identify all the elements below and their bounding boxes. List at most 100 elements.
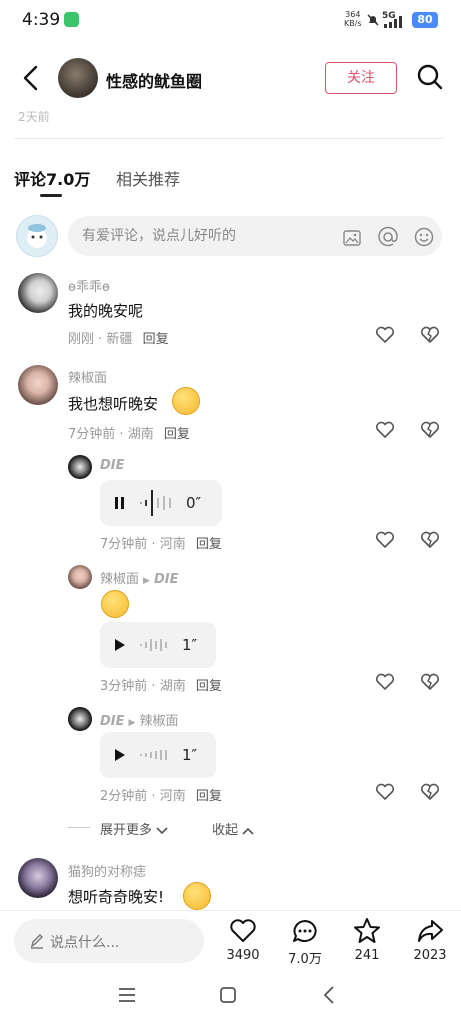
- reply-arrow-icon: ▶: [143, 576, 150, 586]
- heart-icon[interactable]: [375, 673, 395, 691]
- comment-username[interactable]: 辣椒面: [68, 367, 107, 386]
- tab-related[interactable]: 相关推荐: [116, 166, 180, 190]
- thinking-emoji-icon: [101, 590, 129, 618]
- app-notification-icon: [64, 12, 79, 27]
- broken-heart-icon[interactable]: [420, 326, 440, 344]
- reply-avatar[interactable]: [68, 565, 92, 589]
- avatar[interactable]: [18, 273, 58, 313]
- avatar[interactable]: [18, 858, 58, 898]
- voice-message[interactable]: 1″: [100, 732, 216, 778]
- reply-location: 河南: [159, 537, 186, 552]
- tab-comments[interactable]: 评论7.0万: [14, 166, 90, 190]
- waveform-icon: [140, 639, 167, 651]
- reply-button[interactable]: 回复: [143, 332, 169, 347]
- heart-icon[interactable]: [375, 326, 395, 344]
- reply-time: 3分钟前: [100, 679, 148, 694]
- voice-duration: 1″: [182, 746, 198, 764]
- avatar[interactable]: [18, 365, 58, 405]
- pause-icon[interactable]: [114, 496, 126, 510]
- like-heart-icon[interactable]: [229, 918, 257, 944]
- comment-location: 湖南: [127, 427, 154, 442]
- comment-meta: 刚刚 · 新疆 回复: [68, 332, 169, 347]
- expand-more-button[interactable]: 展开更多: [100, 819, 168, 838]
- comment-meta: 7分钟前 · 湖南 回复: [68, 427, 190, 442]
- play-icon[interactable]: [114, 638, 126, 652]
- tab-indicator: [40, 194, 62, 197]
- comment-icon[interactable]: [291, 918, 319, 944]
- comment-username[interactable]: ɵ乖乖ɵ: [68, 276, 110, 295]
- back-icon[interactable]: [18, 64, 44, 92]
- comment-username[interactable]: 猫狗的对称痣: [68, 861, 146, 880]
- post-timestamp: 2天前: [18, 110, 50, 122]
- voice-message[interactable]: 0″: [100, 480, 222, 526]
- say-something-placeholder: 说点什么...: [50, 935, 120, 951]
- reply-time: 7分钟前: [100, 537, 148, 552]
- broken-heart-icon[interactable]: [420, 673, 440, 691]
- reply-header: DIE ▶ 辣椒面: [100, 710, 178, 729]
- heart-icon[interactable]: [375, 783, 395, 801]
- reply-button[interactable]: 回复: [196, 789, 222, 804]
- image-icon[interactable]: [343, 229, 361, 247]
- reply-avatar[interactable]: [68, 455, 92, 479]
- comment-text: 我也想听晚安: [68, 395, 159, 413]
- home-icon[interactable]: [219, 986, 237, 1004]
- reply-to-username[interactable]: 辣椒面: [139, 714, 178, 729]
- collapse-button[interactable]: 收起: [212, 819, 254, 838]
- broken-heart-icon[interactable]: [420, 783, 440, 801]
- reply-button[interactable]: 回复: [164, 427, 190, 442]
- reply-location: 河南: [159, 789, 186, 804]
- author-name[interactable]: 性感的鱿鱼圈: [106, 68, 202, 92]
- thinking-emoji-icon: [172, 387, 200, 415]
- comment-text: 我的晚安呢: [68, 302, 144, 320]
- my-avatar: [16, 215, 58, 257]
- reply-meta: 2分钟前 · 河南 回复: [100, 789, 222, 804]
- status-time: 4:39: [22, 10, 61, 30]
- share-count: 2023: [413, 948, 447, 963]
- comment-text: 想听奇奇晚安!: [68, 888, 165, 906]
- star-icon[interactable]: [353, 917, 381, 945]
- comment-count: 7.0万: [288, 952, 322, 967]
- favorite-count: 241: [354, 948, 380, 963]
- author-avatar[interactable]: [58, 58, 98, 98]
- menu-icon[interactable]: [117, 987, 137, 1003]
- divider: [14, 138, 443, 139]
- reply-to-username[interactable]: DIE: [154, 572, 179, 587]
- reply-meta: 7分钟前 · 河南 回复: [100, 537, 222, 552]
- broken-heart-icon[interactable]: [420, 531, 440, 549]
- voice-duration: 1″: [182, 636, 198, 654]
- waveform-icon: [140, 490, 171, 516]
- reply-time: 2分钟前: [100, 789, 148, 804]
- comment-time: 7分钟前: [68, 427, 116, 442]
- reply-avatar[interactable]: [68, 707, 92, 731]
- like-count: 3490: [226, 948, 260, 963]
- comment-location: 新疆: [106, 332, 133, 347]
- speed-unit: KB/s: [344, 19, 362, 28]
- search-icon[interactable]: [416, 63, 444, 91]
- reply-arrow-icon: ▶: [128, 718, 136, 728]
- network-speed: 364 KB/s: [344, 10, 362, 28]
- broken-heart-icon[interactable]: [420, 421, 440, 439]
- expand-line: [68, 827, 90, 828]
- expand-label: 展开更多: [100, 823, 153, 838]
- heart-icon[interactable]: [375, 531, 395, 549]
- battery-indicator: 80: [412, 12, 438, 28]
- reply-button[interactable]: 回复: [196, 537, 222, 552]
- reply-username[interactable]: DIE: [100, 714, 125, 729]
- nav-back-icon[interactable]: [322, 985, 336, 1005]
- speed-value: 364: [345, 10, 361, 19]
- voice-duration: 0″: [186, 494, 202, 512]
- reply-username[interactable]: DIE: [100, 458, 125, 473]
- heart-icon[interactable]: [375, 421, 395, 439]
- follow-button[interactable]: 关注: [325, 62, 397, 94]
- reply-username[interactable]: 辣椒面: [100, 572, 139, 587]
- emoji-icon[interactable]: [414, 227, 434, 247]
- share-icon[interactable]: [416, 918, 444, 944]
- reply-button[interactable]: 回复: [196, 679, 222, 694]
- play-icon[interactable]: [114, 748, 126, 762]
- at-icon[interactable]: [377, 226, 399, 248]
- reply-location: 湖南: [159, 679, 186, 694]
- mute-bell-icon: [367, 14, 379, 26]
- comment-time: 刚刚: [68, 332, 95, 347]
- reply-header: 辣椒面 ▶ DIE: [100, 568, 178, 587]
- voice-message[interactable]: 1″: [100, 622, 216, 668]
